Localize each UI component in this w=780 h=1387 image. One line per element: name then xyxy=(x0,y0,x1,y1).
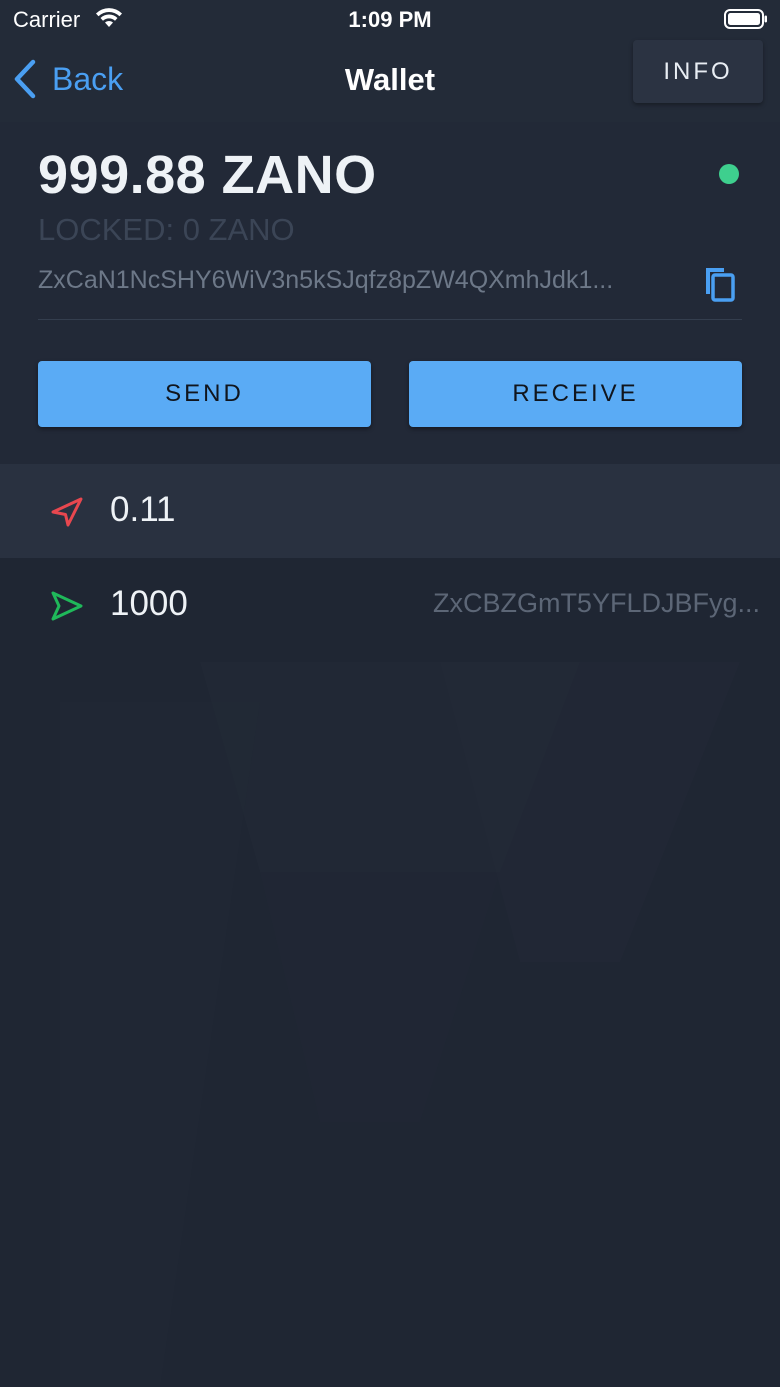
wallet-address[interactable]: ZxCaN1NcSHY6WiV3n5kSJqfz8pZW4QXmhJdk1... xyxy=(38,266,698,295)
status-time: 1:09 PM xyxy=(348,7,432,32)
transaction-amount: 1000 xyxy=(110,584,188,623)
copy-icon[interactable] xyxy=(702,264,736,304)
navigation-bar: Back Wallet INFO xyxy=(0,40,780,122)
transaction-amount: 0.11 xyxy=(110,490,176,529)
sync-status-indicator xyxy=(719,164,739,184)
transaction-address: ZxCBZGmT5YFLDJBFyg... xyxy=(432,588,760,618)
divider xyxy=(38,319,742,320)
receive-button[interactable]: RECEIVE xyxy=(409,361,742,427)
info-button[interactable]: INFO xyxy=(633,40,763,103)
wallet-screen: Carrier 1:09 PM Back Wallet INFO 999.88 … xyxy=(0,0,780,1387)
transaction-row[interactable]: 0.11 xyxy=(0,464,780,558)
transaction-row[interactable]: 1000 ZxCBZGmT5YFLDJBFyg... xyxy=(0,558,780,652)
status-bar: Carrier 1:09 PM xyxy=(0,0,780,40)
battery-full-icon xyxy=(724,9,767,29)
receive-arrow-icon xyxy=(51,591,83,621)
wallet-balance: 999.88 ZANO xyxy=(38,145,377,205)
locked-balance: LOCKED: 0 ZANO xyxy=(38,212,295,247)
send-arrow-icon xyxy=(51,497,83,527)
wallet-summary: 999.88 ZANO LOCKED: 0 ZANO ZxCaN1NcSHY6W… xyxy=(0,122,780,464)
send-button[interactable]: SEND xyxy=(38,361,371,427)
